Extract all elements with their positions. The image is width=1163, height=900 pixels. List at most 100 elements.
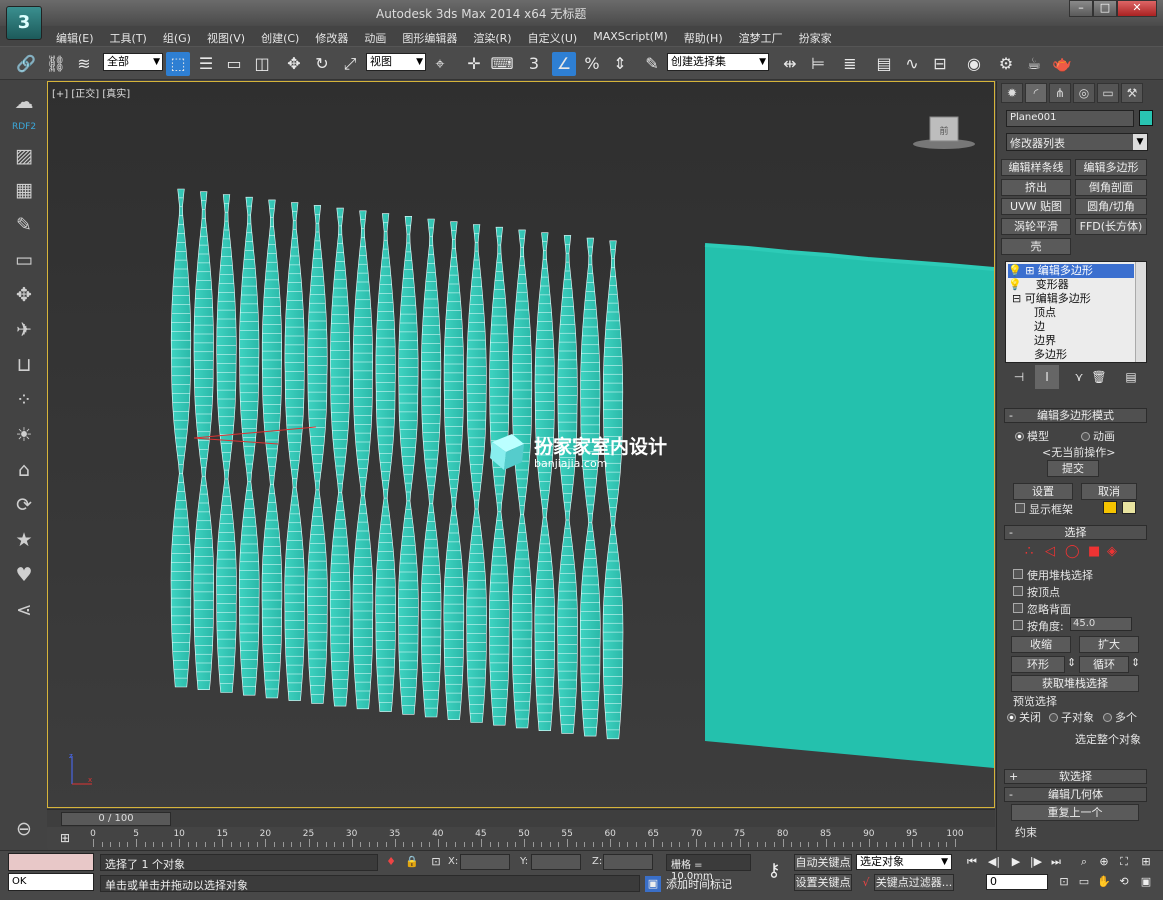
menu-create[interactable]: 创建(C) bbox=[253, 27, 307, 47]
create-tab-icon[interactable]: ✹ bbox=[1001, 83, 1023, 103]
schematic-view-icon[interactable]: ⊟ bbox=[928, 52, 952, 76]
time-config-icon[interactable]: ⊡ bbox=[1056, 874, 1072, 890]
stack-item-editable-poly[interactable]: ⊟ 可编辑多边形 bbox=[1012, 292, 1091, 306]
settings-button[interactable]: 设置 bbox=[1013, 483, 1073, 500]
maximize-button[interactable]: □ bbox=[1093, 0, 1117, 17]
loop-spinner-icon[interactable]: ⇕ bbox=[1131, 656, 1140, 669]
maxscript-listener-input[interactable] bbox=[8, 853, 94, 871]
goto-end-icon[interactable]: ⏭ bbox=[1048, 854, 1064, 870]
shrink-button[interactable]: 收缩 bbox=[1011, 636, 1071, 653]
bulb-icon[interactable]: 💡 bbox=[1008, 264, 1022, 277]
rotate-icon[interactable]: ↻ bbox=[310, 52, 334, 76]
radio-model[interactable]: 模型 bbox=[1015, 428, 1049, 444]
app-menu-button[interactable]: 3 bbox=[6, 6, 42, 40]
field-of-view-icon[interactable]: ▭ bbox=[1076, 874, 1092, 890]
mod-btn-bevel-profile[interactable]: 倒角剖面 bbox=[1075, 179, 1147, 196]
bulb-icon[interactable]: 💡 bbox=[1008, 278, 1022, 291]
preview-multi-radio[interactable]: 多个 bbox=[1103, 709, 1137, 725]
maximize-viewport-icon[interactable]: ▣ bbox=[1138, 874, 1154, 890]
stack-item-polygon[interactable]: 多边形 bbox=[1034, 348, 1067, 362]
add-time-tag[interactable]: 添加时间标记 bbox=[666, 876, 756, 892]
mirror-icon[interactable]: ⇹ bbox=[778, 52, 802, 76]
refresh-icon[interactable]: ⟳ bbox=[12, 493, 36, 517]
stack-item-vertex[interactable]: 顶点 bbox=[1034, 306, 1056, 320]
unlink-icon[interactable]: ⛓ bbox=[44, 52, 68, 76]
mod-btn-turbosmooth[interactable]: 涡轮平滑 bbox=[1001, 218, 1071, 235]
grid-icon[interactable]: ▦ bbox=[12, 178, 36, 202]
modifier-stack[interactable]: 💡 ⊞ 编辑多边形 💡 变形器 ⊟ 可编辑多边形 顶点 边 边界 多边形 bbox=[1005, 261, 1147, 363]
mod-btn-shell[interactable]: 壳 bbox=[1001, 238, 1071, 255]
sun-icon[interactable]: ☀ bbox=[12, 423, 36, 447]
remove-modifier-icon[interactable]: 🗑 bbox=[1087, 365, 1111, 389]
time-slider-handle[interactable]: 0 / 100 bbox=[61, 812, 171, 826]
layer-manager-icon[interactable]: ≣ bbox=[838, 52, 862, 76]
vertex-mode-icon[interactable]: ∴ bbox=[1025, 544, 1033, 559]
play-icon[interactable]: ▶ bbox=[1008, 854, 1024, 870]
stack-item-edit-poly[interactable]: 💡 ⊞ 编辑多边形 bbox=[1008, 264, 1134, 278]
ring-spinner-icon[interactable]: ⇕ bbox=[1067, 656, 1076, 669]
menu-rendering[interactable]: 渲染(R) bbox=[465, 27, 519, 47]
cage-color-swatch[interactable] bbox=[1103, 501, 1117, 514]
by-vertex-checkbox[interactable] bbox=[1013, 586, 1023, 596]
reference-coord-dropdown[interactable]: 视图 ▼ bbox=[366, 53, 426, 71]
spinner-snap-icon[interactable]: ⇕ bbox=[608, 52, 632, 76]
pivot-center-icon[interactable]: ⌖ bbox=[428, 52, 452, 76]
camera-icon[interactable]: ⌂ bbox=[12, 458, 36, 482]
back-icon[interactable]: ⊖ bbox=[12, 817, 36, 841]
render-production-icon[interactable]: 🫖 bbox=[1050, 52, 1074, 76]
stack-scrollbar[interactable] bbox=[1135, 262, 1146, 362]
auto-key-button[interactable]: 自动关键点 bbox=[794, 854, 852, 871]
absolute-mode-icon[interactable]: ⊡ bbox=[428, 854, 444, 870]
named-selection-dropdown[interactable]: 创建选择集 ▼ bbox=[667, 53, 769, 71]
curve-editor-icon[interactable]: ∿ bbox=[900, 52, 924, 76]
goto-start-icon[interactable]: ⏮ bbox=[964, 854, 980, 870]
monitor-icon[interactable]: ▭ bbox=[12, 248, 36, 272]
stack-item-border[interactable]: 边界 bbox=[1034, 334, 1056, 348]
menu-customize[interactable]: 自定义(U) bbox=[520, 27, 586, 47]
time-slider[interactable]: 0 / 100 bbox=[47, 809, 995, 827]
menu-animation[interactable]: 动画 bbox=[356, 27, 394, 47]
pin-stack-icon[interactable]: ⊣ bbox=[1007, 365, 1031, 389]
menu-help[interactable]: 帮助(H) bbox=[676, 27, 731, 47]
by-angle-checkbox[interactable] bbox=[1013, 620, 1023, 630]
current-frame-field[interactable]: 0 bbox=[986, 874, 1048, 890]
angle-snap-icon[interactable]: ∠ bbox=[552, 52, 576, 76]
zoom-all-icon[interactable]: ⊕ bbox=[1096, 854, 1112, 870]
modifier-list-dropdown[interactable]: 修改器列表 ▼ bbox=[1006, 133, 1148, 151]
menu-graph-editors[interactable]: 图形编辑器 bbox=[394, 27, 465, 47]
zoom-icon[interactable]: ⌕ bbox=[1076, 854, 1092, 870]
get-stack-selection-button[interactable]: 获取堆栈选择 bbox=[1011, 675, 1139, 692]
rect-select-region-icon[interactable]: ▭ bbox=[222, 52, 246, 76]
key-icon[interactable]: ⚷ bbox=[762, 862, 786, 880]
grow-button[interactable]: 扩大 bbox=[1079, 636, 1139, 653]
motion-tab-icon[interactable]: ◎ bbox=[1073, 83, 1095, 103]
object-color-swatch[interactable] bbox=[1139, 110, 1153, 126]
image-icon[interactable]: ▨ bbox=[12, 144, 36, 168]
lock-selection-icon[interactable]: 🔒 bbox=[404, 854, 420, 870]
menu-maxscript[interactable]: MAXScript(M) bbox=[585, 27, 676, 47]
window-crossing-icon[interactable]: ◫ bbox=[250, 52, 274, 76]
ignore-backface-checkbox[interactable] bbox=[1013, 603, 1023, 613]
radio-animate[interactable]: 动画 bbox=[1081, 428, 1115, 444]
snap-toggle-icon[interactable]: 3 bbox=[522, 52, 546, 76]
menu-modifiers[interactable]: 修改器 bbox=[307, 27, 356, 47]
maxscript-output[interactable]: OK bbox=[8, 873, 94, 891]
element-mode-icon[interactable]: ◈ bbox=[1107, 544, 1117, 559]
display-tab-icon[interactable]: ▭ bbox=[1097, 83, 1119, 103]
mod-btn-edit-spline[interactable]: 编辑样条线 bbox=[1001, 159, 1071, 176]
heart-icon[interactable]: ♥ bbox=[12, 563, 36, 587]
material-editor-icon[interactable]: ◉ bbox=[962, 52, 986, 76]
commit-button[interactable]: 提交 bbox=[1047, 460, 1099, 477]
keyboard-shortcut-icon[interactable]: ⌨ bbox=[490, 52, 514, 76]
scale-icon[interactable]: ⤢ bbox=[338, 52, 362, 76]
viewcube[interactable]: 前 bbox=[912, 112, 976, 152]
move-arrows-icon[interactable]: ✥ bbox=[12, 283, 36, 307]
pan-icon[interactable]: ✋ bbox=[1096, 874, 1112, 890]
edge-mode-icon[interactable]: ◁ bbox=[1045, 544, 1055, 559]
cloud-icon[interactable]: ☁ bbox=[12, 90, 36, 114]
menu-views[interactable]: 视图(V) bbox=[199, 27, 253, 47]
zoom-extents-all-icon[interactable]: ⊞ bbox=[1138, 854, 1154, 870]
track-bar[interactable]: ⊞ 0 5 10 15 20 25 30 35 40 45 50 55 60 65 70 75 80 85 90 95… bbox=[47, 828, 995, 848]
mini-curve-editor-icon[interactable]: ⊞ bbox=[53, 826, 77, 850]
x-coord-field[interactable] bbox=[460, 854, 510, 870]
